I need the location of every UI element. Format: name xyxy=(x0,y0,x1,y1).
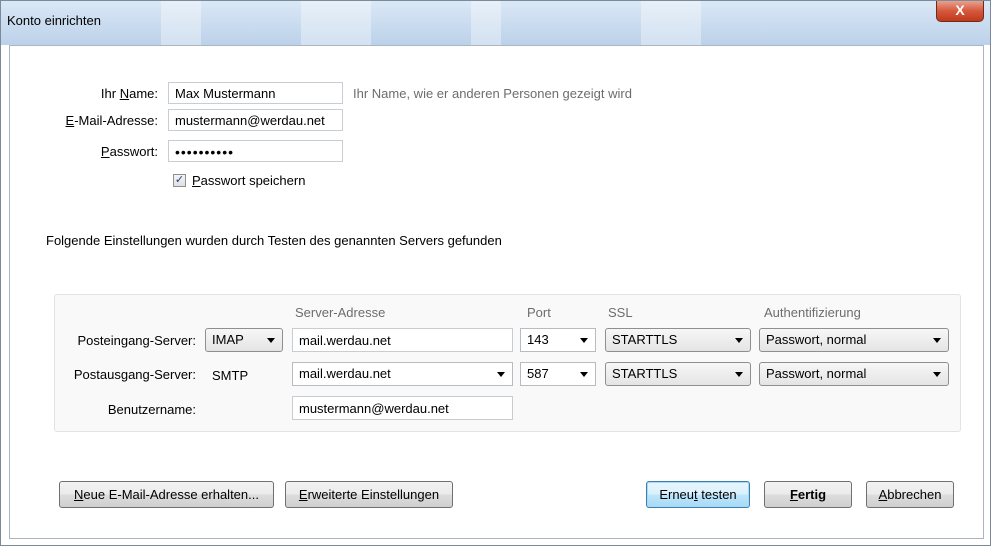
title-bar-glass-streak xyxy=(471,1,501,45)
close-icon: X xyxy=(955,2,965,18)
chevron-down-icon xyxy=(735,372,743,377)
status-message: Folgende Einstellungen wurden durch Test… xyxy=(46,233,502,248)
incoming-ssl-value: STARTTLS xyxy=(612,332,678,347)
password-field[interactable]: •••••••••• xyxy=(168,140,343,162)
title-bar[interactable]: Konto einrichten X xyxy=(1,1,990,45)
save-password-checkbox[interactable]: ✓ xyxy=(173,174,186,187)
incoming-protocol-dropdown[interactable]: IMAP xyxy=(205,328,283,352)
email-field[interactable]: mustermann@werdau.net xyxy=(168,109,343,131)
outgoing-server-address-value: mail.werdau.net xyxy=(299,366,391,381)
outgoing-protocol: SMTP xyxy=(212,368,249,383)
outgoing-port-value: 587 xyxy=(527,366,549,381)
name-field[interactable]: Max Mustermann xyxy=(168,82,343,104)
dialog-content: Ihr Name: Max Mustermann Ihr Name, wie e… xyxy=(9,45,984,539)
header-authentication: Authentifizierung xyxy=(764,305,861,320)
server-settings-group: Server-Adresse Port SSL Authentifizierun… xyxy=(54,294,961,432)
outgoing-server-label: Postausgang-Server: xyxy=(73,367,196,382)
get-new-email-button[interactable]: Neue E-Mail-Adresse erhalten... xyxy=(59,481,274,508)
advanced-settings-button[interactable]: Erweiterte Einstellungen xyxy=(285,481,453,508)
save-password-label[interactable]: Passwort speichern xyxy=(192,173,305,188)
outgoing-auth-dropdown[interactable]: Passwort, normal xyxy=(759,362,949,386)
account-setup-dialog: Konto einrichten X Ihr Name: Max Musterm… xyxy=(0,0,991,546)
outgoing-auth-value: Passwort, normal xyxy=(766,366,867,381)
header-ssl: SSL xyxy=(608,305,633,320)
title-bar-glass-streak xyxy=(641,1,701,45)
header-port: Port xyxy=(527,305,551,320)
chevron-down-icon xyxy=(933,338,941,343)
chevron-down-icon xyxy=(580,372,588,377)
window-title: Konto einrichten xyxy=(7,13,101,28)
name-label: Ihr Name: xyxy=(100,86,158,101)
title-bar-glass-streak xyxy=(301,1,371,45)
outgoing-server-address-combobox[interactable]: mail.werdau.net xyxy=(292,362,513,386)
checkmark-icon: ✓ xyxy=(174,174,185,186)
retest-button[interactable]: Erneut testen xyxy=(646,481,750,508)
password-label: Passwort: xyxy=(100,144,158,159)
email-label: E-Mail-Adresse: xyxy=(65,113,158,128)
outgoing-port-combobox[interactable]: 587 xyxy=(520,362,596,386)
incoming-ssl-dropdown[interactable]: STARTTLS xyxy=(605,328,751,352)
chevron-down-icon xyxy=(580,338,588,343)
incoming-server-address-field[interactable]: mail.werdau.net xyxy=(292,328,513,352)
chevron-down-icon xyxy=(267,338,275,343)
username-label: Benutzername: xyxy=(107,402,196,417)
chevron-down-icon xyxy=(933,372,941,377)
outgoing-ssl-value: STARTTLS xyxy=(612,366,678,381)
chevron-down-icon xyxy=(735,338,743,343)
outgoing-ssl-dropdown[interactable]: STARTTLS xyxy=(605,362,751,386)
done-button[interactable]: Fertig xyxy=(764,481,852,508)
username-field[interactable]: mustermann@werdau.net xyxy=(292,396,513,420)
incoming-protocol-value: IMAP xyxy=(212,332,244,347)
incoming-server-label: Posteingang-Server: xyxy=(77,333,196,348)
close-button[interactable]: X xyxy=(936,1,984,22)
chevron-down-icon xyxy=(497,372,505,377)
incoming-auth-value: Passwort, normal xyxy=(766,332,867,347)
header-server-address: Server-Adresse xyxy=(295,305,386,320)
incoming-auth-dropdown[interactable]: Passwort, normal xyxy=(759,328,949,352)
incoming-port-value: 143 xyxy=(527,332,549,347)
title-bar-glass-streak xyxy=(161,1,201,45)
cancel-button[interactable]: Abbrechen xyxy=(866,481,954,508)
incoming-port-combobox[interactable]: 143 xyxy=(520,328,596,352)
name-hint: Ihr Name, wie er anderen Personen gezeig… xyxy=(353,86,632,101)
